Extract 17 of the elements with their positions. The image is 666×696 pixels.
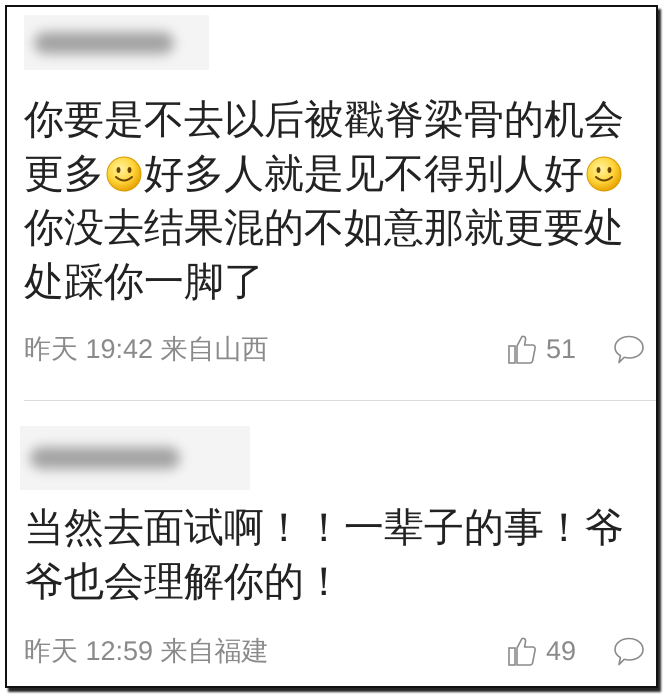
- comment-meta: 昨天 12:59 来自福建: [24, 635, 269, 668]
- thumbs-up-icon[interactable]: [508, 334, 536, 364]
- comment-meta: 昨天 19:42 来自山西: [24, 333, 269, 366]
- comment-text: 你没去结果混的不如意那就更要处: [24, 208, 624, 248]
- smiley-emoji-icon: [106, 156, 142, 192]
- like-count: 51: [546, 334, 576, 364]
- comment-text: 好多人就是见不得别人好: [144, 154, 584, 194]
- comment-text: 处踩你一脚了: [24, 262, 264, 302]
- comment-text: 你要是不去以后被戳脊梁骨的机会: [24, 100, 624, 140]
- comment-icon[interactable]: [614, 334, 644, 364]
- like-count: 49: [546, 636, 576, 666]
- comment-text: 更多: [24, 154, 104, 194]
- smiley-emoji-icon: [586, 156, 622, 192]
- comment-text: 爷也会理解你的！: [24, 562, 344, 602]
- thumbs-up-icon[interactable]: [508, 636, 536, 666]
- comment-icon[interactable]: [614, 636, 644, 666]
- comment-text: 当然去面试啊！！一辈子的事！爷: [24, 508, 624, 548]
